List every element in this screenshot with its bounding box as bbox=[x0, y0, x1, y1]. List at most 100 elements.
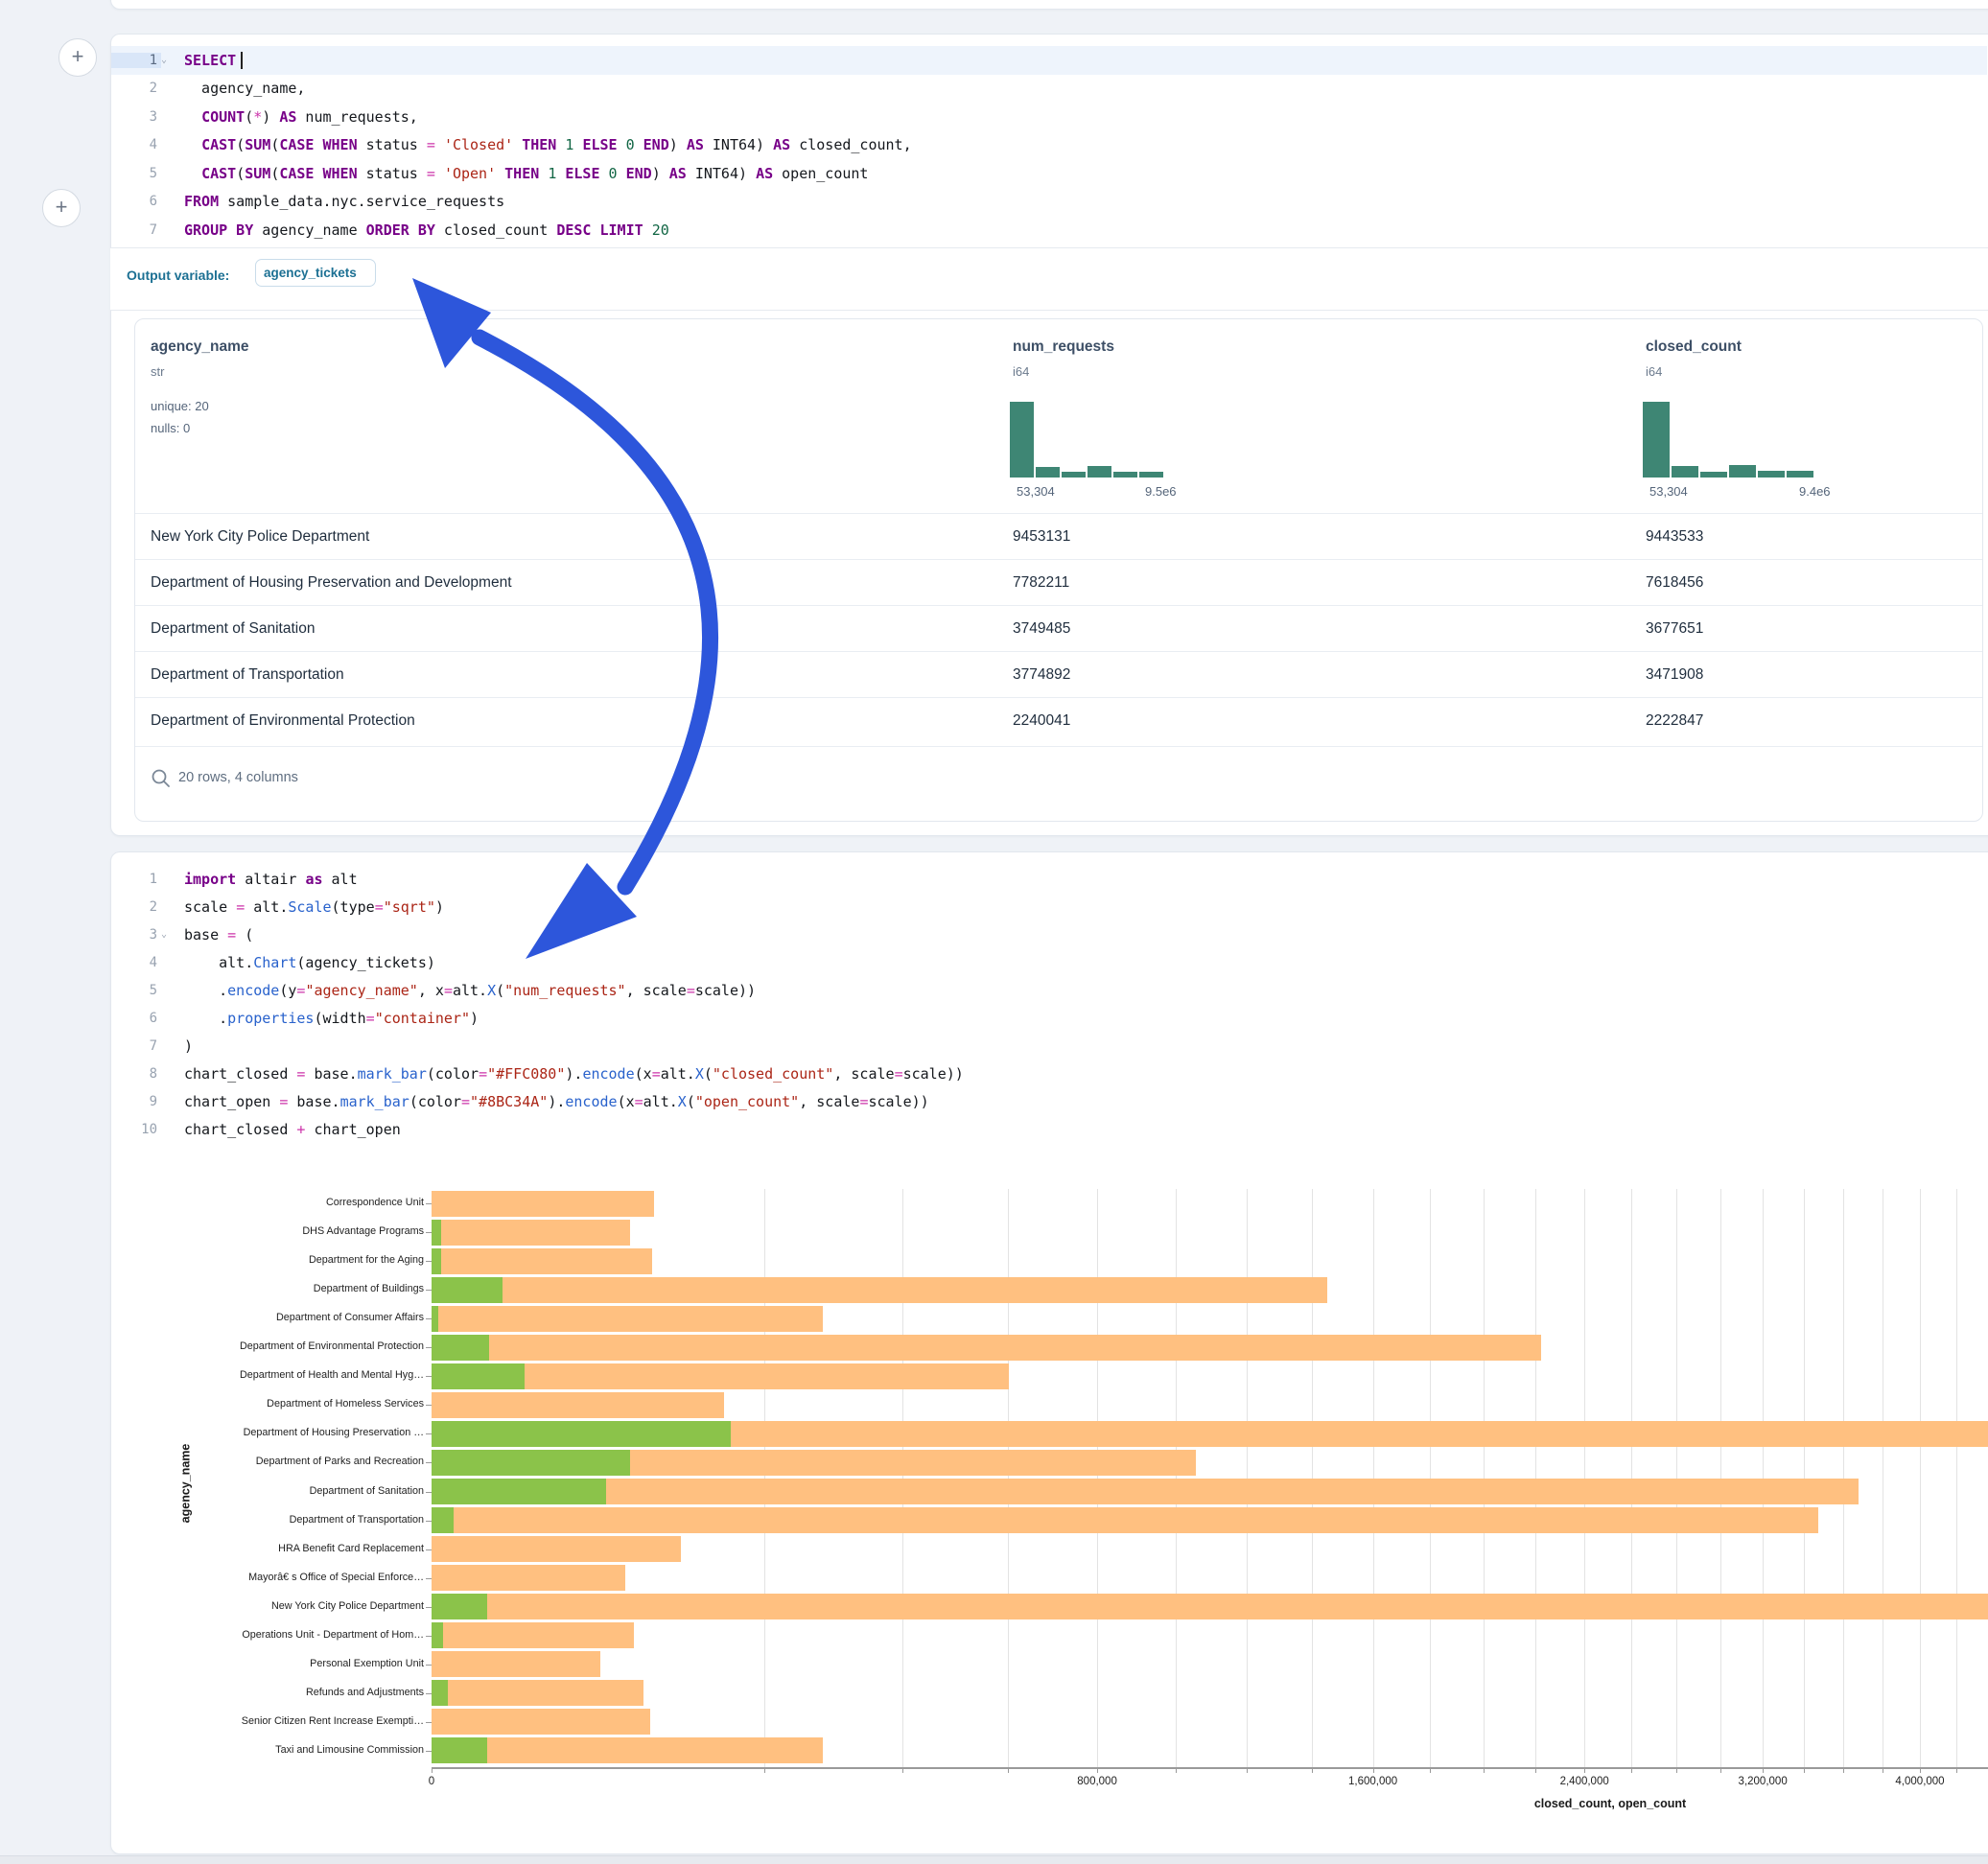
notebook-canvas: + + 1⌄SELECT2 agency_name,3 COUNT(*) AS … bbox=[0, 0, 1988, 1864]
table-row[interactable]: Department of Environmental Protection22… bbox=[135, 697, 1982, 744]
sql-code-editor[interactable]: 1⌄SELECT2 agency_name,3 COUNT(*) AS num_… bbox=[111, 46, 1987, 245]
bar-closed-count[interactable] bbox=[432, 1248, 652, 1274]
bar-open-count[interactable] bbox=[432, 1450, 630, 1476]
y-axis-label: Department of Environmental Protection bbox=[136, 1340, 424, 1352]
bar-open-count[interactable] bbox=[432, 1507, 454, 1533]
bar-closed-count[interactable] bbox=[432, 1536, 681, 1562]
column-header[interactable]: num_requests bbox=[1013, 338, 1114, 356]
token: scale)) bbox=[903, 1065, 964, 1083]
code-line[interactable]: 1import altair as alt bbox=[111, 865, 1987, 893]
code-line[interactable]: 4 alt.Chart(agency_tickets) bbox=[111, 948, 1987, 976]
fold-chevron-icon[interactable]: ⌄ bbox=[161, 56, 178, 65]
code-line[interactable]: 6FROM sample_data.nyc.service_requests bbox=[111, 188, 1987, 217]
bar-open-count[interactable] bbox=[432, 1594, 487, 1619]
table-row[interactable]: New York City Police Department945313194… bbox=[135, 513, 1982, 560]
line-number: 3 bbox=[111, 927, 161, 943]
x-axis-tick-label: 4,000,000 bbox=[1895, 1776, 1944, 1787]
bar-closed-count[interactable] bbox=[432, 1306, 823, 1332]
bar-open-count[interactable] bbox=[432, 1680, 448, 1706]
add-cell-button-output[interactable]: + bbox=[42, 189, 81, 227]
bar-closed-count[interactable] bbox=[432, 1191, 654, 1217]
fold-chevron-icon[interactable]: ⌄ bbox=[161, 930, 178, 940]
bar-open-count[interactable] bbox=[432, 1248, 441, 1274]
column-header[interactable]: closed_count bbox=[1646, 338, 1742, 356]
bar-open-count[interactable] bbox=[432, 1363, 525, 1389]
table-cell: Department of Sanitation bbox=[151, 606, 315, 652]
bar-open-count[interactable] bbox=[432, 1622, 443, 1648]
code-text: chart_closed + chart_open bbox=[178, 1121, 401, 1138]
code-line[interactable]: 10chart_closed + chart_open bbox=[111, 1115, 1987, 1143]
code-line[interactable]: 3 COUNT(*) AS num_requests, bbox=[111, 103, 1987, 131]
bar-open-count[interactable] bbox=[432, 1220, 441, 1246]
column-histogram bbox=[1643, 402, 1815, 478]
bar-open-count[interactable] bbox=[432, 1737, 487, 1763]
search-icon[interactable] bbox=[151, 768, 172, 789]
add-cell-button-top[interactable]: + bbox=[58, 38, 97, 77]
token: scale bbox=[184, 898, 236, 916]
column-header[interactable]: agency_name bbox=[151, 338, 249, 356]
table-row[interactable]: Department of Sanitation37494853677651 bbox=[135, 605, 1982, 652]
bar-closed-count[interactable] bbox=[432, 1565, 625, 1591]
code-line[interactable]: 8chart_closed = base.mark_bar(color="#FF… bbox=[111, 1060, 1987, 1087]
bar-closed-count[interactable] bbox=[432, 1622, 634, 1648]
bar-closed-count[interactable] bbox=[432, 1392, 724, 1418]
token: AS bbox=[756, 165, 773, 182]
x-axis-line bbox=[432, 1767, 1988, 1769]
grid-line bbox=[1920, 1189, 1921, 1767]
code-line[interactable]: 9chart_open = base.mark_bar(color="#8BC3… bbox=[111, 1087, 1987, 1115]
bar-closed-count[interactable] bbox=[432, 1479, 1859, 1504]
code-line[interactable]: 1⌄SELECT bbox=[111, 46, 1987, 75]
histogram-bar bbox=[1700, 472, 1727, 478]
x-axis-tick bbox=[1097, 1767, 1098, 1773]
code-line[interactable]: 4 CAST(SUM(CASE WHEN status = 'Closed' T… bbox=[111, 131, 1987, 160]
code-line[interactable]: 2scale = alt.Scale(type="sqrt") bbox=[111, 893, 1987, 920]
code-line[interactable]: 6 .properties(width="container") bbox=[111, 1004, 1987, 1032]
bar-open-count[interactable] bbox=[432, 1306, 438, 1332]
y-axis-label: Correspondence Unit bbox=[136, 1197, 424, 1208]
code-line[interactable]: 7) bbox=[111, 1032, 1987, 1060]
bar-closed-count[interactable] bbox=[432, 1277, 1327, 1303]
bar-closed-count[interactable] bbox=[432, 1651, 600, 1677]
token: "agency_name" bbox=[305, 982, 417, 999]
token: num_requests, bbox=[296, 108, 417, 126]
code-line[interactable]: 7GROUP BY agency_name ORDER BY closed_co… bbox=[111, 216, 1987, 245]
bar-closed-count[interactable] bbox=[432, 1335, 1541, 1361]
code-line[interactable]: 5 CAST(SUM(CASE WHEN status = 'Open' THE… bbox=[111, 159, 1987, 188]
token: "num_requests" bbox=[504, 982, 625, 999]
token bbox=[314, 136, 322, 153]
histogram-bar bbox=[1088, 466, 1111, 478]
token: base bbox=[184, 926, 227, 944]
token: 'Closed' bbox=[444, 136, 513, 153]
token: ELSE bbox=[565, 165, 599, 182]
python-code-editor[interactable]: 1import altair as alt2scale = alt.Scale(… bbox=[111, 865, 1987, 1143]
bar-closed-count[interactable] bbox=[432, 1220, 630, 1246]
table-row[interactable]: Department of Housing Preservation and D… bbox=[135, 559, 1982, 606]
token: . bbox=[184, 982, 227, 999]
bar-closed-count[interactable] bbox=[432, 1709, 650, 1735]
token bbox=[618, 165, 626, 182]
token: ) bbox=[669, 136, 687, 153]
bar-open-count[interactable] bbox=[432, 1479, 606, 1504]
bar-closed-count[interactable] bbox=[432, 1680, 643, 1706]
table-row[interactable]: Department of Transportation377489234719… bbox=[135, 651, 1982, 698]
bar-open-count[interactable] bbox=[432, 1335, 489, 1361]
code-line[interactable]: 2 agency_name, bbox=[111, 75, 1987, 104]
code-line[interactable]: 5 .encode(y="agency_name", x=alt.X("num_… bbox=[111, 976, 1987, 1004]
bar-closed-count[interactable] bbox=[432, 1737, 823, 1763]
line-number: 7 bbox=[111, 1038, 161, 1054]
bar-closed-count[interactable] bbox=[432, 1594, 1988, 1619]
code-line[interactable]: 3⌄base = ( bbox=[111, 920, 1987, 948]
output-variable-input[interactable]: agency_tickets bbox=[255, 259, 376, 287]
token: = bbox=[687, 982, 695, 999]
bar-closed-count[interactable] bbox=[432, 1507, 1818, 1533]
table-footer: 20 rows, 4 columns bbox=[135, 746, 1982, 821]
bar-open-count[interactable] bbox=[432, 1277, 503, 1303]
token: "sqrt" bbox=[384, 898, 435, 916]
column-histogram bbox=[1010, 402, 1165, 478]
token bbox=[184, 108, 201, 126]
token: (color bbox=[427, 1065, 479, 1083]
bar-open-count[interactable] bbox=[432, 1421, 731, 1447]
token: ( bbox=[245, 108, 253, 126]
table-cell: 9453131 bbox=[1013, 514, 1070, 560]
token: mark_bar bbox=[340, 1093, 409, 1110]
